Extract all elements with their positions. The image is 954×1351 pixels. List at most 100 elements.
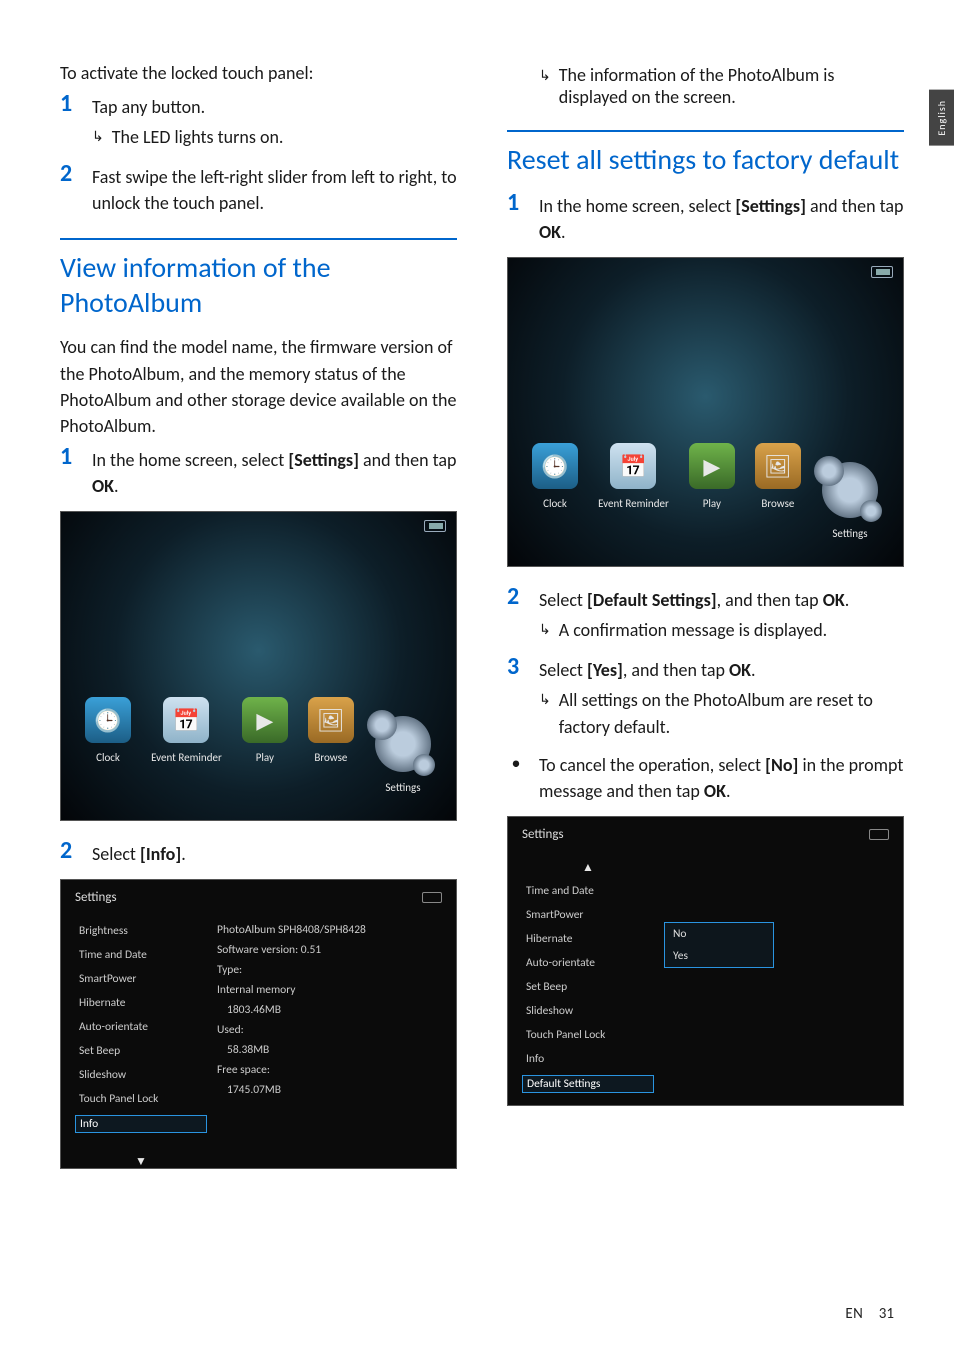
result-arrow-icon: ↳ <box>539 620 551 643</box>
reset-step1-end: . <box>561 221 566 243</box>
option-yes: Yes <box>665 945 773 967</box>
viewinfo-step1-post: and then tap <box>359 449 457 471</box>
menu-brightness: Brightness <box>75 923 207 939</box>
viewinfo-step2-num: 2 <box>60 839 78 863</box>
home-item-clock: 🕒 Clock <box>532 443 578 510</box>
menu-auto-orientate: Auto-orientate <box>75 1019 207 1035</box>
detail-used-label: Used: <box>217 1023 450 1037</box>
viewinfo-step1-bold: [Settings] <box>288 449 359 471</box>
reset-step1-bold: [Settings] <box>735 195 806 217</box>
menu2-auto-orientate: Auto-orientate <box>522 955 654 971</box>
detail-free-value: 1745.07MB <box>217 1083 450 1097</box>
viewinfo-step2-pre: Select <box>92 843 140 865</box>
gear-icon <box>374 715 432 773</box>
menu2-smartpower: SmartPower <box>522 907 654 923</box>
viewinfo-step2-end: . <box>181 843 186 865</box>
home-item-browse: 🖼 Browse <box>308 697 354 764</box>
option-no: No <box>665 923 773 945</box>
home-label-play-2: Play <box>689 497 735 510</box>
home-label-browse: Browse <box>308 751 354 764</box>
detail-sw-version: Software version: 0.51 <box>217 943 450 957</box>
screenshot-home-2: 🕒 Clock 📅 Event Reminder ▶ Play 🖼 Browse <box>507 257 904 567</box>
home-item-play: ▶ Play <box>689 443 735 510</box>
section-reset-title: Reset all settings to factory default <box>507 130 904 177</box>
bullet-dot: • <box>507 752 525 804</box>
info-panel-detail: PhotoAlbum SPH8408/SPH8428 Software vers… <box>211 915 456 1167</box>
home-label-event: Event Reminder <box>151 751 222 764</box>
reset-cancel-ok: OK <box>704 780 726 802</box>
step-number-2: 2 <box>60 162 78 186</box>
reset-step3-post: , and then tap <box>623 659 729 681</box>
menu2-time-date: Time and Date <box>522 883 654 899</box>
screenshot-info-panel: Settings Brightness Time and Date SmartP… <box>60 879 457 1169</box>
reset-step2-post: , and then tap <box>717 589 823 611</box>
reset-cancel-pre: To cancel the operation, select <box>539 754 765 776</box>
browse-icon: 🖼 <box>755 443 801 489</box>
clock-icon: 🕒 <box>85 697 131 743</box>
detail-total-size: 1803.46MB <box>217 1003 450 1017</box>
battery-small-icon <box>422 892 442 903</box>
scroll-up-icon: ▲ <box>578 860 598 875</box>
language-side-tab: English <box>929 90 954 146</box>
result-arrow-icon: ↳ <box>539 67 551 108</box>
battery-small-icon <box>869 829 889 840</box>
home-item-settings: Settings <box>821 461 879 540</box>
home-label-play: Play <box>242 751 288 764</box>
viewinfo-step1-num: 1 <box>60 445 78 469</box>
step2-text: Fast swipe the left-right slider from le… <box>92 166 457 214</box>
detail-free-label: Free space: <box>217 1063 450 1077</box>
reset-step2-pre: Select <box>539 589 587 611</box>
viewinfo-step1-end: . <box>114 475 119 497</box>
result-arrow-icon: ↳ <box>92 127 104 150</box>
reset-step3-sub: All settings on the PhotoAlbum are reset… <box>559 687 904 739</box>
menu-info-selected: Info <box>75 1115 207 1133</box>
gear-icon <box>821 461 879 519</box>
section-view-info-title: View information of the PhotoAlbum <box>60 238 457 320</box>
battery-icon <box>871 266 893 278</box>
home-label-event-2: Event Reminder <box>598 497 669 510</box>
reset-step2-ok: OK <box>823 589 845 611</box>
menu-time-date: Time and Date <box>75 947 207 963</box>
play-icon: ▶ <box>242 697 288 743</box>
reset-step2-bold: [Default Settings] <box>587 589 717 611</box>
reset-step3-bold: [Yes] <box>587 659 623 681</box>
menu-slideshow: Slideshow <box>75 1067 207 1083</box>
panel-title-text-2: Settings <box>522 827 564 842</box>
reset-step1-num: 1 <box>507 191 525 215</box>
info-panel-menu: Brightness Time and Date SmartPower Hibe… <box>71 915 211 1167</box>
reset-step3-ok: OK <box>729 659 751 681</box>
reset-step2-end: . <box>845 589 850 611</box>
home-item-clock: 🕒 Clock <box>85 697 131 764</box>
panel-title-text: Settings <box>75 890 117 905</box>
screenshot-defaults-panel: Settings ▲ Time and Date SmartPower Hibe… <box>507 816 904 1106</box>
home-item-browse: 🖼 Browse <box>755 443 801 510</box>
detail-model: PhotoAlbum SPH8408/SPH8428 <box>217 923 450 937</box>
reset-cancel-end: . <box>726 780 731 802</box>
right-column: ↳ The information of the PhotoAlbum is d… <box>507 60 904 1187</box>
detail-type-label: Type: <box>217 963 450 977</box>
menu2-hibernate: Hibernate <box>522 931 654 947</box>
detail-used-value: 58.38MB <box>217 1043 450 1057</box>
reset-step1-ok: OK <box>539 221 561 243</box>
calendar-icon: 📅 <box>610 443 656 489</box>
viewinfo-result: The information of the PhotoAlbum is dis… <box>559 64 904 108</box>
result-arrow-icon: ↳ <box>539 690 551 739</box>
defaults-panel-detail: No Yes <box>658 852 903 1104</box>
intro-line: To activate the locked touch panel: <box>60 60 457 86</box>
reset-step3-num: 3 <box>507 655 525 679</box>
home-label-settings: Settings <box>374 781 432 794</box>
home-item-settings: Settings <box>374 715 432 794</box>
home-label-settings-2: Settings <box>821 527 879 540</box>
home-label-browse-2: Browse <box>755 497 801 510</box>
left-column: To activate the locked touch panel: 1 Ta… <box>60 60 457 1187</box>
footer-lang: EN <box>845 1305 863 1323</box>
footer-page-number: 31 <box>879 1305 894 1323</box>
menu2-slideshow: Slideshow <box>522 1003 654 1019</box>
home-item-event: 📅 Event Reminder <box>598 443 669 510</box>
reset-step2-sub: A confirmation message is displayed. <box>559 617 828 643</box>
calendar-icon: 📅 <box>163 697 209 743</box>
section-view-info-para: You can find the model name, the firmwar… <box>60 334 457 438</box>
clock-icon: 🕒 <box>532 443 578 489</box>
reset-step3-end: . <box>751 659 756 681</box>
home-label-clock: Clock <box>85 751 131 764</box>
